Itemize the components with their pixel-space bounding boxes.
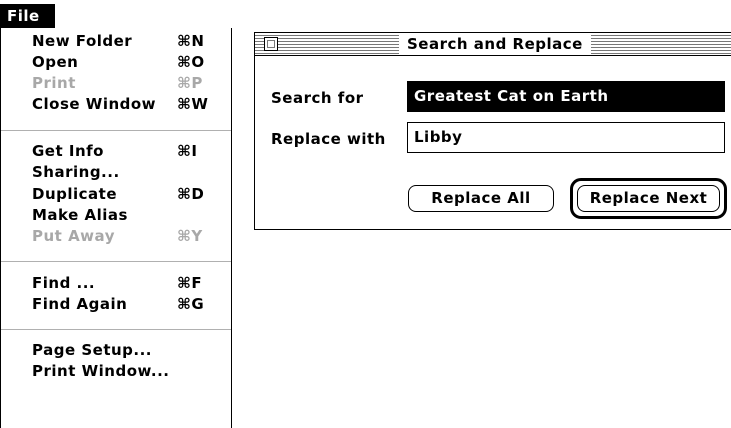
menu-item-close-window[interactable]: Close Window ⌘W <box>32 94 220 115</box>
menu-item-shortcut: ⌘F <box>177 274 203 292</box>
file-menu-title[interactable]: File <box>0 4 55 28</box>
menu-item-label: Close Window <box>32 95 157 113</box>
search-input[interactable]: Greatest Cat on Earth <box>407 81 725 112</box>
replace-with-label: Replace with <box>271 130 386 148</box>
replace-next-button[interactable]: Replace Next <box>577 185 720 212</box>
menu-item-print-window[interactable]: Print Window... <box>32 361 220 382</box>
menu-item-label: Sharing... <box>32 163 120 181</box>
replace-all-button[interactable]: Replace All <box>408 185 554 212</box>
menu-separator <box>1 329 231 330</box>
dialog-titlebar[interactable]: Search and Replace <box>255 33 731 56</box>
menu-item-shortcut: ⌘N <box>177 32 205 50</box>
menu-item-label: Get Info <box>32 142 104 160</box>
menu-item-label: Open <box>32 53 79 71</box>
menu-item-get-info[interactable]: Get Info ⌘I <box>32 141 220 162</box>
menu-separator <box>1 130 231 131</box>
menu-item-shortcut: ⌘P <box>177 74 203 92</box>
menu-item-shortcut: ⌘I <box>177 142 198 160</box>
file-menu-dropdown: New Folder ⌘N Open ⌘O Print ⌘P Close Win… <box>0 28 232 428</box>
menu-item-shortcut: ⌘Y <box>177 227 203 245</box>
menu-item-label: Put Away <box>32 227 115 245</box>
menu-item-shortcut: ⌘O <box>177 53 205 71</box>
menu-separator <box>1 261 231 262</box>
menu-item-print: Print ⌘P <box>32 73 220 94</box>
menu-item-page-setup[interactable]: Page Setup... <box>32 340 220 361</box>
menu-item-label: Duplicate <box>32 185 118 203</box>
menu-item-shortcut: ⌘W <box>177 95 209 113</box>
search-for-label: Search for <box>271 89 364 107</box>
menu-item-duplicate[interactable]: Duplicate ⌘D <box>32 184 220 205</box>
menu-item-put-away: Put Away ⌘Y <box>32 226 220 247</box>
menu-item-label: New Folder <box>32 32 133 50</box>
menu-item-shortcut: ⌘G <box>177 295 205 313</box>
menu-item-label: Find ... <box>32 274 96 292</box>
search-replace-dialog: Search and Replace Search for Greatest C… <box>254 32 731 230</box>
dialog-title: Search and Replace <box>399 34 591 54</box>
menu-item-new-folder[interactable]: New Folder ⌘N <box>32 31 220 52</box>
menu-item-shortcut: ⌘D <box>177 185 205 203</box>
menu-item-find[interactable]: Find ... ⌘F <box>32 273 220 294</box>
menu-item-label: Print Window... <box>32 362 170 380</box>
menu-item-sharing[interactable]: Sharing... <box>32 162 220 183</box>
menu-item-make-alias[interactable]: Make Alias <box>32 205 220 226</box>
menu-item-label: Page Setup... <box>32 341 153 359</box>
close-box-icon[interactable] <box>264 37 278 51</box>
menu-item-label: Find Again <box>32 295 128 313</box>
replace-input[interactable]: Libby <box>407 122 725 153</box>
menu-item-open[interactable]: Open ⌘O <box>32 52 220 73</box>
menu-item-label: Make Alias <box>32 206 128 224</box>
menu-item-label: Print <box>32 74 76 92</box>
menu-item-find-again[interactable]: Find Again ⌘G <box>32 294 220 315</box>
